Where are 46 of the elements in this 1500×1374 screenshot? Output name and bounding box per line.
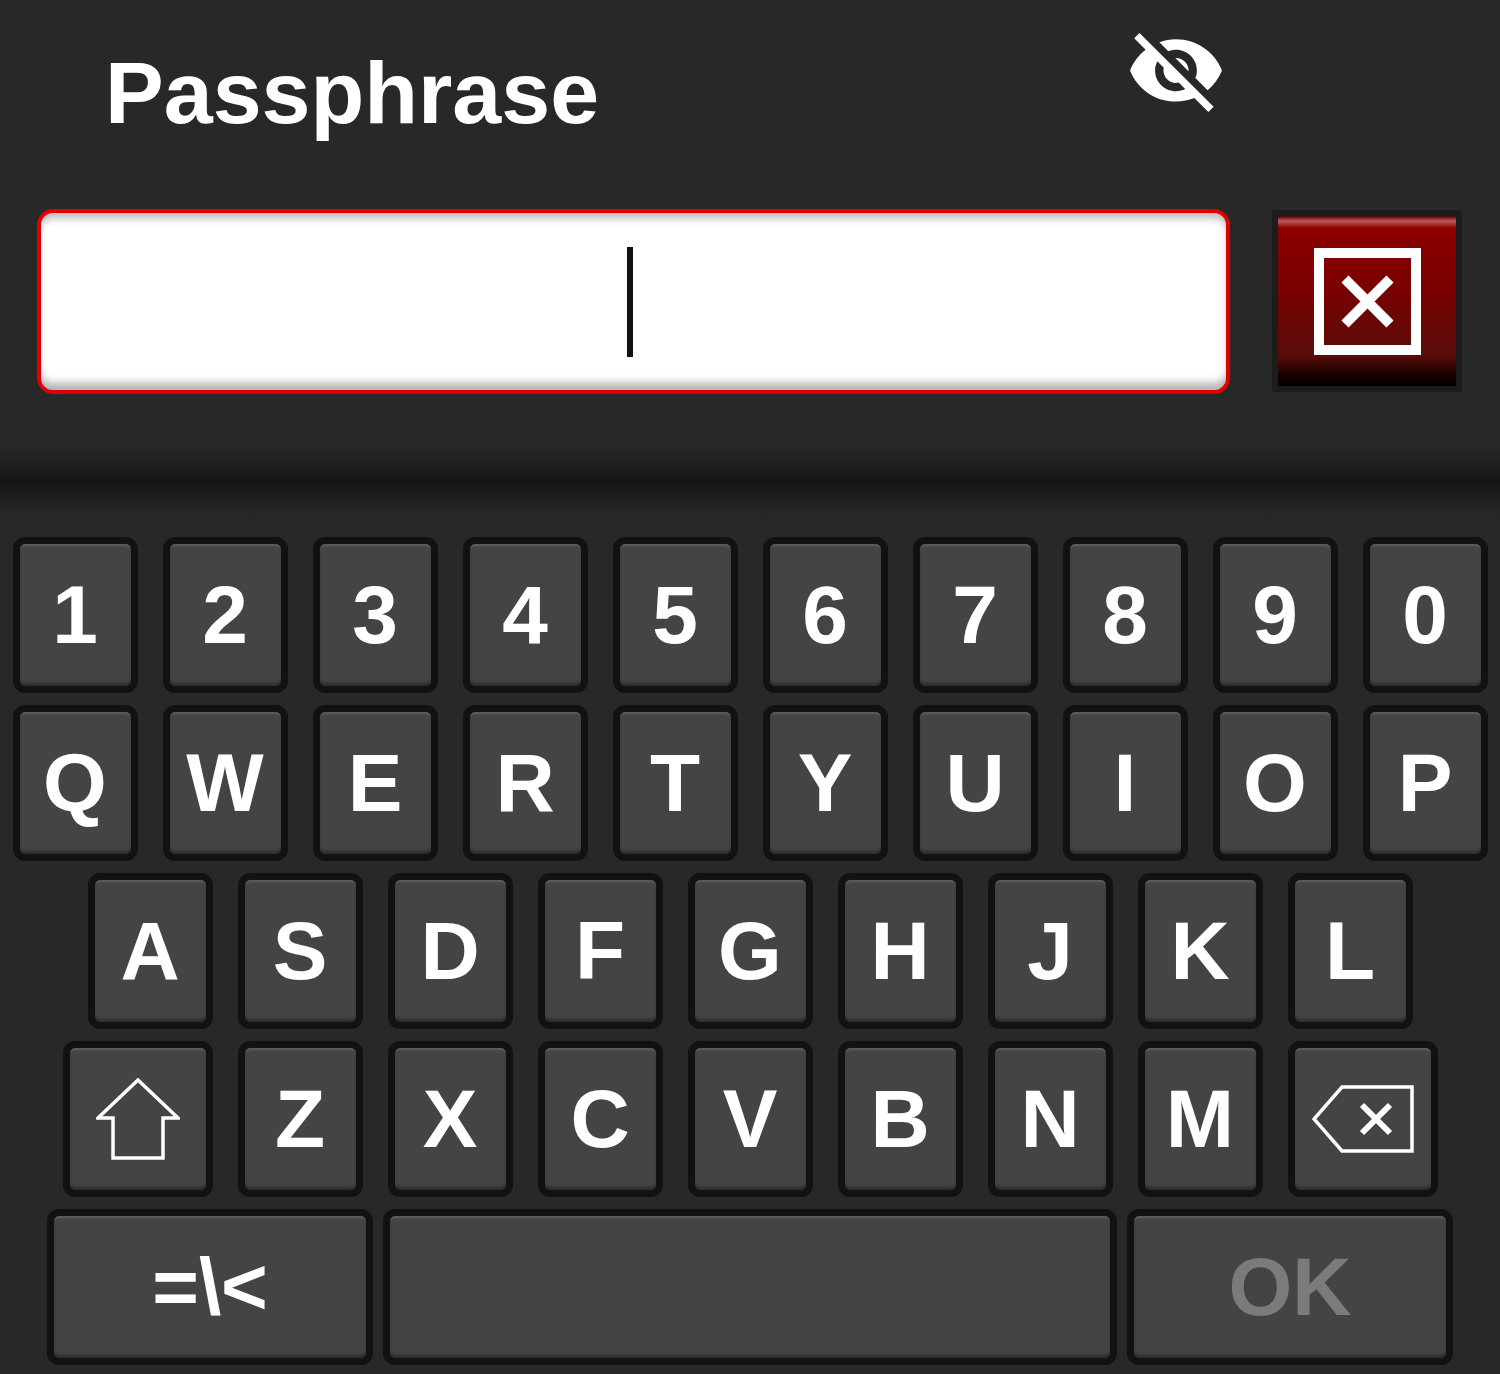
keyboard-key[interactable]: F — [537, 873, 663, 1029]
keyboard-key[interactable]: M — [1137, 1041, 1263, 1197]
keyboard-key[interactable]: 4 — [462, 537, 588, 693]
keyboard-key[interactable]: L — [1287, 873, 1413, 1029]
up-arrow-icon — [95, 1078, 180, 1160]
keyboard-key[interactable]: 2 — [162, 537, 288, 693]
passphrase-field[interactable] — [37, 209, 1230, 394]
backspace-icon — [1311, 1085, 1414, 1153]
symbols-key[interactable]: =\< — [47, 1209, 373, 1365]
keyboard-key[interactable]: 6 — [762, 537, 888, 693]
keyboard-key[interactable]: G — [687, 873, 813, 1029]
close-icon — [1313, 247, 1421, 355]
keyboard-key[interactable]: P — [1362, 705, 1488, 861]
keyboard-key[interactable]: J — [987, 873, 1113, 1029]
keyboard-key[interactable]: D — [387, 873, 513, 1029]
keyboard-key[interactable]: 9 — [1212, 537, 1338, 693]
keyboard-key[interactable]: X — [387, 1041, 513, 1197]
keyboard-key[interactable]: V — [687, 1041, 813, 1197]
keyboard-key[interactable]: E — [312, 705, 438, 861]
keyboard-key[interactable]: 0 — [1362, 537, 1488, 693]
keyboard-key[interactable]: B — [837, 1041, 963, 1197]
keyboard-key[interactable]: W — [162, 705, 288, 861]
shift-key[interactable] — [62, 1041, 213, 1197]
keyboard-key[interactable]: T — [612, 705, 738, 861]
keyboard-key[interactable]: H — [837, 873, 963, 1029]
keyboard-key[interactable]: K — [1137, 873, 1263, 1029]
keyboard-key[interactable]: 3 — [312, 537, 438, 693]
keyboard-key[interactable]: O — [1212, 705, 1338, 861]
keyboard-key[interactable]: 1 — [12, 537, 138, 693]
keyboard-key[interactable]: Z — [237, 1041, 363, 1197]
keyboard-key[interactable]: A — [87, 873, 213, 1029]
text-cursor-icon — [626, 246, 633, 357]
clear-button[interactable] — [1272, 210, 1462, 392]
keyboard-key[interactable]: Q — [12, 705, 138, 861]
keyboard-key[interactable]: U — [912, 705, 1038, 861]
keyboard-key[interactable]: 8 — [1062, 537, 1188, 693]
keyboard-key[interactable]: S — [237, 873, 363, 1029]
eye-slash-icon[interactable] — [1130, 33, 1222, 112]
backspace-key[interactable] — [1287, 1041, 1438, 1197]
keyboard-key[interactable]: 5 — [612, 537, 738, 693]
keyboard-key[interactable]: R — [462, 705, 588, 861]
keyboard-key[interactable]: 7 — [912, 537, 1038, 693]
keyboard-key[interactable]: Y — [762, 705, 888, 861]
keyboard-key[interactable]: C — [537, 1041, 663, 1197]
keyboard-key[interactable]: N — [987, 1041, 1113, 1197]
keyboard-key[interactable]: I — [1062, 705, 1188, 861]
